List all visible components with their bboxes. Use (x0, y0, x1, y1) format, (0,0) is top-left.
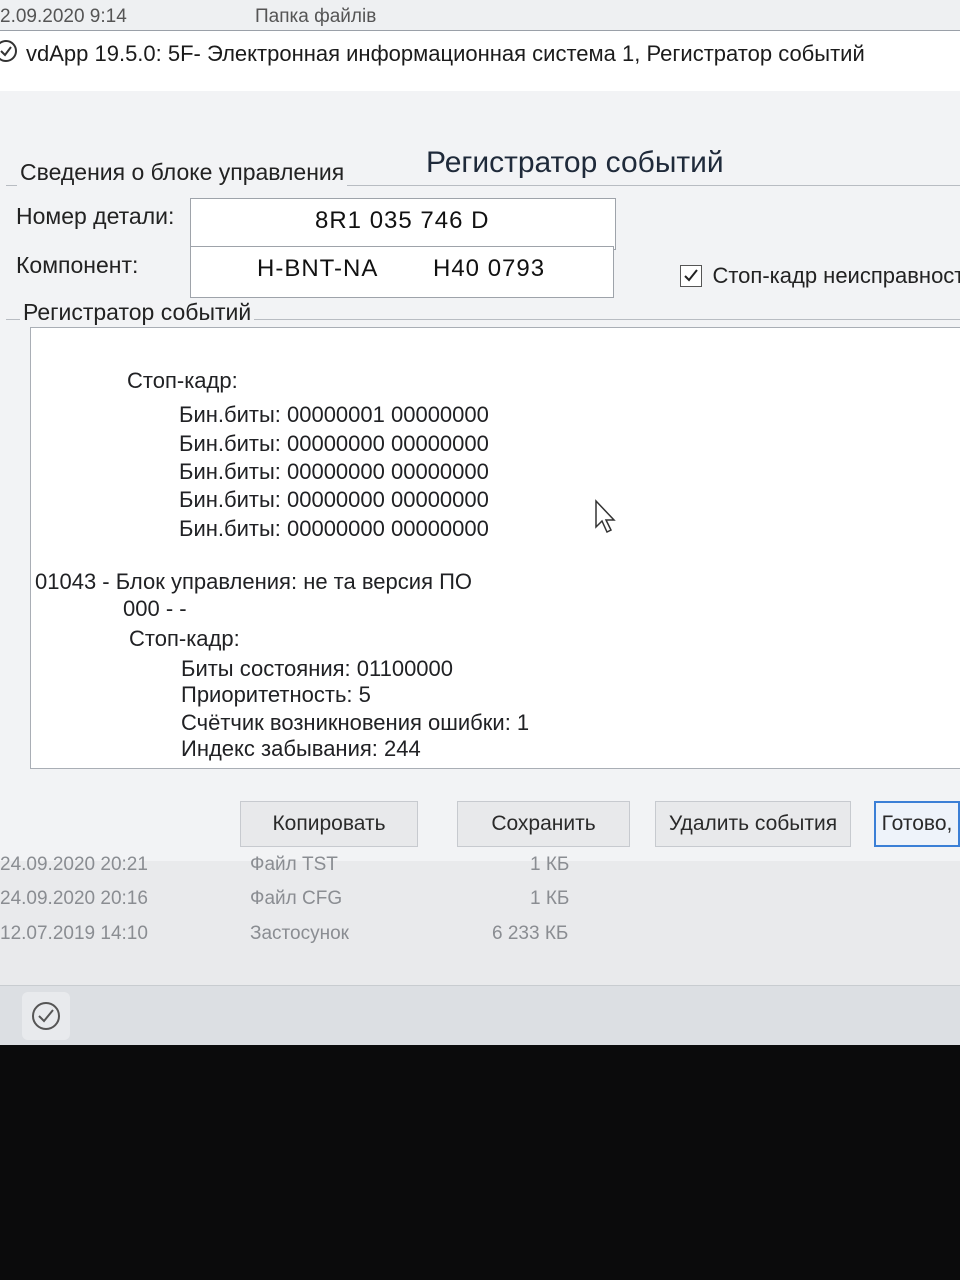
explorer-row[interactable]: 24.09.2020 20:21 Файл TST 1 КБ (0, 848, 960, 882)
component-value-b: H40 0793 (433, 255, 546, 282)
title-bar[interactable]: vdApp 19.5.0: 5F- Электронная информацио… (0, 31, 960, 91)
status-bits-line: Биты состояния: 01100000 (181, 656, 454, 681)
bin-bits-line: Бин.биты: 00000000 00000000 (179, 516, 489, 541)
component-field: H-BNT-NA H40 0793 (190, 246, 614, 298)
save-button[interactable]: Сохранить (457, 801, 630, 847)
forget-index-line: Индекс забывания: 244 (181, 736, 421, 761)
freeze-frame-label: Стоп-кадр неисправност (712, 263, 960, 288)
bin-bits-line: Бин.биты: 00000000 00000000 (179, 431, 489, 456)
app-icon (32, 1002, 60, 1030)
explorer-row-type: Файл TST (250, 854, 338, 875)
explorer-row-type: Застосунок (250, 923, 349, 944)
event-log-panel[interactable]: Стоп-кадр: Бин.биты: 00000001 00000000 Б… (30, 327, 960, 769)
explorer-row-size: 6 233 КБ (492, 923, 569, 944)
freeze-frame-checkbox[interactable] (680, 265, 702, 287)
event-log-group-label: Регистратор событий (20, 299, 255, 326)
desktop-screen: 2.09.2020 9:14 Папка файлів vdApp 19.5.0… (0, 0, 960, 1045)
copy-button[interactable]: Копировать (240, 801, 418, 847)
explorer-top-date: 2.09.2020 9:14 (0, 6, 127, 27)
bin-bits-line: Бин.биты: 00000000 00000000 (179, 487, 489, 512)
control-unit-group-label: Сведения о блоке управления (17, 159, 348, 186)
event-recorder-dialog: vdApp 19.5.0: 5F- Электронная информацио… (0, 30, 960, 861)
freeze-frame-title-1: Стоп-кадр: (127, 368, 238, 393)
bin-bits-line: Бин.биты: 00000000 00000000 (179, 459, 489, 484)
checkmark-icon (684, 269, 698, 282)
bin-bits-line: Бин.биты: 00000001 00000000 (179, 402, 489, 427)
app-icon (0, 40, 17, 62)
explorer-row-date: 24.09.2020 20:16 (0, 888, 148, 909)
part-number-value: 8R1 035 746 D (315, 207, 490, 234)
done-button[interactable]: Готово, (874, 801, 960, 847)
delete-events-button[interactable]: Удалить события (655, 801, 851, 847)
explorer-row-date: 12.07.2019 14:10 (0, 923, 148, 944)
explorer-row-type: Файл CFG (250, 888, 343, 909)
component-label: Компонент: (16, 252, 139, 278)
explorer-top-type: Папка файлів (255, 6, 377, 27)
freeze-frame-title-2: Стоп-кадр: (129, 626, 240, 651)
priority-line: Приоритетность: 5 (181, 682, 371, 707)
fault-code-line: 01043 - Блок управления: не та версия ПО (35, 569, 473, 594)
explorer-top-row: 2.09.2020 9:14 Папка файлів (0, 0, 960, 34)
freeze-frame-toggle[interactable]: Стоп-кадр неисправност (680, 263, 960, 289)
mouse-pointer-icon (595, 499, 616, 534)
taskbar-app-button[interactable] (22, 992, 70, 1040)
explorer-row-size: 1 КБ (530, 888, 570, 909)
taskbar (0, 985, 960, 1045)
window-title: vdApp 19.5.0: 5F- Электронная информацио… (26, 41, 865, 66)
explorer-row-size: 1 КБ (530, 854, 570, 875)
explorer-row-date: 24.09.2020 20:21 (0, 854, 148, 875)
component-value-a: H-BNT-NA (257, 255, 379, 282)
explorer-row[interactable]: 12.07.2019 14:10 Застосунок 6 233 КБ (0, 917, 960, 951)
part-number-field: 8R1 035 746 D (190, 198, 616, 250)
part-number-label: Номер детали: (16, 203, 175, 229)
page-heading: Регистратор событий (426, 146, 724, 179)
fault-subcode-line: 000 - - (123, 596, 187, 621)
occurrence-counter-line: Счётчик возникновения ошибки: 1 (181, 710, 530, 735)
explorer-row[interactable]: 24.09.2020 20:16 Файл CFG 1 КБ (0, 882, 960, 916)
